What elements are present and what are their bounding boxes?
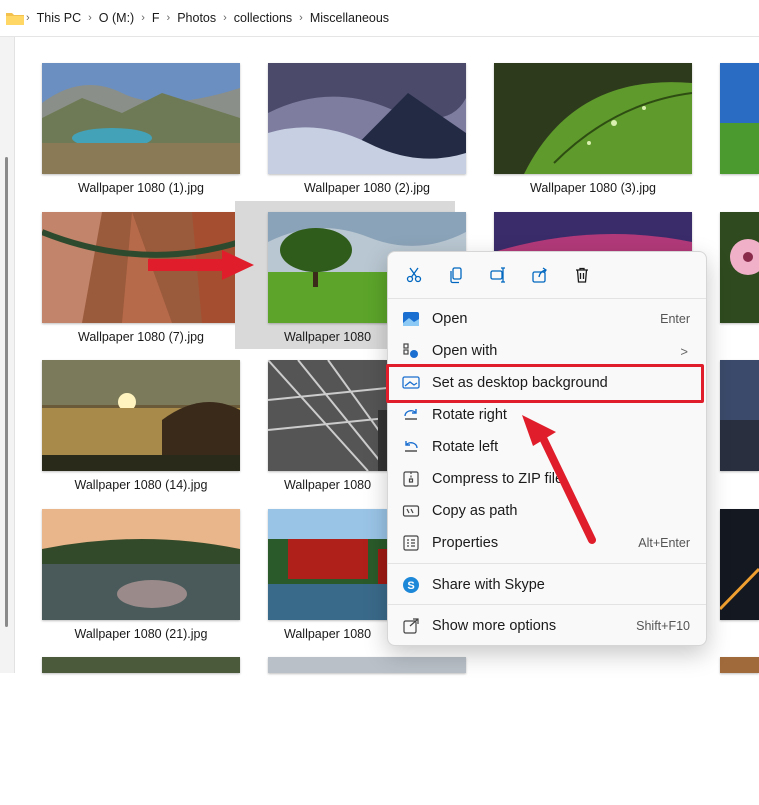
chevron-right-icon: › bbox=[166, 12, 171, 24]
file-name: Wallpaper 1080 (1).jpg bbox=[78, 181, 204, 195]
breadcrumb-photos[interactable]: Photos bbox=[177, 11, 216, 25]
thumbnail-partial bbox=[720, 657, 759, 673]
file-name: Wallpaper 1080 (14).jpg bbox=[74, 478, 208, 492]
file-name: Wallpaper 1080 (2).jpg bbox=[304, 181, 430, 195]
zip-icon bbox=[402, 470, 420, 488]
thumbnail-partial bbox=[42, 657, 240, 673]
rename-icon[interactable] bbox=[478, 258, 518, 292]
file-tile[interactable]: Wallpaper 1080 (3).jpg bbox=[470, 63, 692, 211]
breadcrumb-f[interactable]: F bbox=[152, 11, 160, 25]
chevron-right-icon: > bbox=[680, 343, 688, 359]
menu-divider bbox=[388, 563, 706, 564]
skype-icon: S bbox=[402, 576, 420, 594]
menu-item-open-with[interactable]: Open with > bbox=[390, 336, 704, 366]
thumbnail-flower bbox=[720, 212, 759, 323]
menu-divider bbox=[388, 604, 706, 605]
context-menu: Open Enter Open with > Set as desktop ba… bbox=[387, 251, 707, 646]
thumbnail-canyon bbox=[42, 212, 240, 323]
file-tile[interactable] bbox=[18, 657, 240, 805]
svg-text:S: S bbox=[407, 580, 414, 592]
annotation-highlight-box bbox=[386, 364, 704, 403]
chevron-right-icon: › bbox=[88, 12, 92, 24]
menu-item-share-skype[interactable]: S Share with Skype bbox=[390, 570, 704, 600]
menu-item-open[interactable]: Open Enter bbox=[390, 304, 704, 334]
rotate-left-icon bbox=[402, 438, 420, 456]
scrollbar-thumb[interactable] bbox=[5, 157, 8, 627]
breadcrumb-collections[interactable]: collections bbox=[234, 11, 292, 25]
menu-item-rotate-right[interactable]: Rotate right bbox=[390, 400, 704, 430]
file-tile[interactable]: Wallpaper 1080 (2).jpg bbox=[244, 63, 466, 211]
thumbnail-rock-pond bbox=[42, 509, 240, 620]
menu-item-show-more-options[interactable]: Show more options Shift+F10 bbox=[390, 611, 704, 641]
chevron-right-icon: › bbox=[141, 12, 145, 24]
file-name: Wallpaper 1080 (3).jpg bbox=[530, 181, 656, 195]
share-icon[interactable] bbox=[520, 258, 560, 292]
file-tile[interactable]: Wallpaper 1080 (1).jpg bbox=[18, 63, 240, 211]
more-options-icon bbox=[402, 617, 420, 635]
delete-icon[interactable] bbox=[562, 258, 602, 292]
file-name: Wallpaper 1080 (21).jpg bbox=[74, 627, 208, 641]
menu-item-properties[interactable]: Properties Alt+Enter bbox=[390, 528, 704, 558]
menu-item-compress-zip[interactable]: Compress to ZIP file bbox=[390, 464, 704, 494]
breadcrumb-drive[interactable]: O (M:) bbox=[99, 11, 134, 25]
file-tile[interactable] bbox=[244, 657, 466, 805]
menu-item-rotate-left[interactable]: Rotate left bbox=[390, 432, 704, 462]
chevron-right-icon: › bbox=[299, 12, 303, 24]
file-name: Wallpaper 1080 (7).jpg bbox=[78, 330, 204, 344]
file-tile[interactable]: Wallpaper 1080 (21).jpg bbox=[18, 509, 240, 657]
copy-icon[interactable] bbox=[436, 258, 476, 292]
thumbnail-dusk-hills bbox=[720, 360, 759, 471]
thumbnail-partial bbox=[268, 657, 466, 673]
breadcrumb-this-pc[interactable]: This PC bbox=[37, 11, 81, 25]
thumbnail-leaf-drops bbox=[494, 63, 692, 174]
chevron-right-icon: › bbox=[26, 12, 30, 24]
menu-divider bbox=[388, 298, 706, 299]
navigation-pane-edge bbox=[0, 37, 15, 673]
file-tile[interactable]: Wallpaper 1080 (7).jpg bbox=[18, 212, 240, 360]
context-menu-toolbar bbox=[388, 252, 706, 298]
thumbnail-purple-sky bbox=[494, 212, 692, 252]
thumbnail-meadow bbox=[720, 63, 759, 174]
thumbnail-city-night bbox=[720, 509, 759, 620]
folder-icon bbox=[6, 11, 24, 25]
thumbnail-mountain-lake bbox=[42, 63, 240, 174]
thumbnail-sunset-lake bbox=[42, 360, 240, 471]
photos-app-icon bbox=[402, 310, 420, 328]
rotate-right-icon bbox=[402, 406, 420, 424]
menu-item-copy-as-path[interactable]: Copy as path bbox=[390, 496, 704, 526]
file-tile[interactable]: Wallpaper 1080 (14).jpg bbox=[18, 360, 240, 508]
file-tile[interactable] bbox=[696, 63, 759, 211]
properties-icon bbox=[402, 534, 420, 552]
open-with-icon bbox=[402, 342, 420, 360]
address-breadcrumb: › This PC › O (M:) › F › Photos › collec… bbox=[0, 0, 759, 37]
chevron-right-icon: › bbox=[223, 12, 227, 24]
cut-icon[interactable] bbox=[394, 258, 434, 292]
file-tile[interactable] bbox=[696, 657, 759, 805]
copy-path-icon bbox=[402, 502, 420, 520]
thumbnail-snowy-mountains bbox=[268, 63, 466, 174]
breadcrumb-miscellaneous[interactable]: Miscellaneous bbox=[310, 11, 389, 25]
